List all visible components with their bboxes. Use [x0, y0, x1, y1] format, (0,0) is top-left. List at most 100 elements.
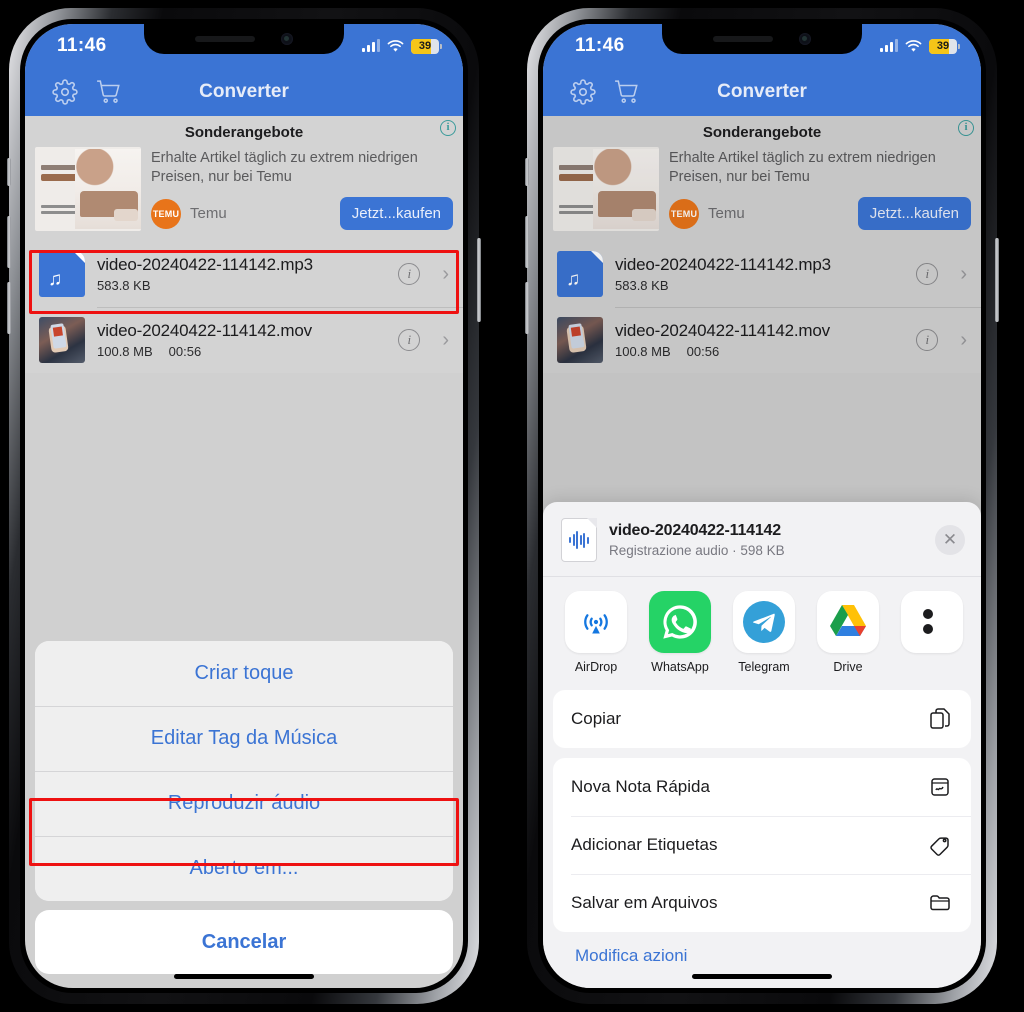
share-actions-card-system: Nova Nota Rápida Adicionar Etiquetas Sal… [553, 758, 971, 932]
gear-icon[interactable] [561, 72, 605, 112]
quick-note-icon [927, 774, 953, 800]
copy-icon [927, 706, 953, 732]
phone-right-screen: 11:46 39 Converter i Sonderangebote Erha… [543, 24, 981, 988]
ad-cta-button[interactable]: Jetzt...kaufen [339, 197, 453, 231]
file-sub: 100.8 MB 00:56 [97, 344, 386, 359]
share-file-subtitle: Registrazione audio · 598 KB [609, 543, 785, 558]
action-editar-tag[interactable]: Editar Tag da Música [35, 706, 453, 771]
list-item-adicionar-etiquetas[interactable]: Adicionar Etiquetas [553, 816, 971, 874]
google-drive-icon [817, 591, 879, 653]
action-reproduzir[interactable]: Reproduzir áudio [35, 771, 453, 836]
audio-file-icon: ♫ [39, 251, 85, 297]
wifi-icon [905, 39, 922, 53]
table-row[interactable]: video-20240422-114142.mov 100.8 MB 00:56… [25, 307, 463, 373]
status-indicators: 39 [362, 38, 442, 54]
battery-icon: 39 [411, 38, 442, 54]
volume-up-button[interactable] [525, 216, 529, 268]
ad-advertiser-name: Temu [190, 205, 227, 223]
status-indicators: 39 [880, 38, 960, 54]
temu-logo-icon: TEMU [151, 198, 181, 229]
cellular-bars-icon [362, 39, 380, 52]
share-target-whatsapp[interactable]: WhatsApp [649, 591, 711, 674]
share-target-label: WhatsApp [651, 660, 709, 674]
home-indicator[interactable] [174, 974, 314, 979]
file-name: video-20240422-114142.mov [97, 321, 312, 340]
cancel-button[interactable]: Cancelar [35, 910, 453, 974]
file-meta: video-20240422-114142.mp3 583.8 KB [97, 255, 386, 293]
action-sheet-group: Criar toque Editar Tag da Música Reprodu… [35, 641, 453, 901]
edit-actions-link[interactable]: Modifica azioni [553, 942, 971, 988]
share-target-airdrop[interactable]: AirDrop [565, 591, 627, 674]
more-apps-icon [901, 591, 963, 653]
share-target-telegram[interactable]: Telegram [733, 591, 795, 674]
file-list: ♫ video-20240422-114142.mp3 583.8 KB i › [25, 241, 463, 373]
chevron-right-icon[interactable]: › [442, 263, 449, 286]
cellular-bars-icon [880, 39, 898, 52]
list-item-salvar-em-arquivos[interactable]: Salvar em Arquivos [553, 874, 971, 932]
phone-right: 11:46 39 Converter i Sonderangebote Erha… [525, 8, 999, 1004]
file-size: 583.8 KB [97, 278, 151, 293]
action-sheet: Criar toque Editar Tag da Música Reprodu… [35, 641, 453, 988]
phone-right-bezel: 11:46 39 Converter i Sonderangebote Erha… [538, 19, 986, 993]
volume-up-button[interactable] [7, 216, 11, 268]
volume-down-button[interactable] [7, 282, 11, 334]
action-label: Nova Nota Rápida [571, 777, 710, 796]
list-item-copiar[interactable]: Copiar [553, 690, 971, 748]
action-aberto-em[interactable]: Aberto em... [35, 836, 453, 901]
mute-switch[interactable] [525, 158, 529, 186]
battery-percent: 39 [418, 40, 432, 52]
action-label: Copiar [571, 709, 622, 728]
earpiece-speaker [713, 36, 773, 42]
ad-text: Erhalte Artikel täglich zu extrem niedri… [151, 147, 453, 231]
folder-icon [927, 890, 953, 916]
share-target-more[interactable] [901, 591, 963, 674]
file-size: 100.8 MB [97, 344, 153, 359]
share-target-label: Drive [833, 660, 863, 674]
phone-left-screen: 11:46 39 Converter i Sonderangebote Erha… [25, 24, 463, 988]
whatsapp-icon [649, 591, 711, 653]
share-app-row[interactable]: AirDrop WhatsApp Telegram Drive [543, 577, 981, 686]
mute-switch[interactable] [7, 158, 11, 186]
shopping-cart-icon[interactable] [87, 72, 131, 112]
ad-description: Erhalte Artikel täglich zu extrem niedri… [151, 150, 418, 186]
info-icon[interactable]: i [398, 329, 421, 351]
ad-product-image [35, 147, 141, 231]
power-button[interactable] [995, 238, 999, 322]
list-item-nova-nota-rapida[interactable]: Nova Nota Rápida [553, 758, 971, 816]
share-sheet-header: video-20240422-114142 Registrazione audi… [543, 512, 981, 576]
shopping-cart-icon[interactable] [605, 72, 649, 112]
battery-percent: 39 [936, 40, 950, 52]
action-label: Salvar em Arquivos [571, 893, 718, 912]
gear-icon[interactable] [43, 72, 87, 112]
action-criar-toque[interactable]: Criar toque [35, 641, 453, 706]
share-target-drive[interactable]: Drive [817, 591, 879, 674]
volume-down-button[interactable] [525, 282, 529, 334]
info-icon[interactable]: i [398, 263, 421, 285]
table-row[interactable]: ♫ video-20240422-114142.mp3 583.8 KB i › [25, 241, 463, 307]
power-button[interactable] [477, 238, 481, 322]
close-icon[interactable]: ✕ [935, 525, 965, 555]
video-thumbnail-icon [39, 317, 85, 363]
airdrop-icon [565, 591, 627, 653]
front-camera-icon [281, 33, 293, 45]
wifi-icon [387, 39, 404, 53]
nav-bar: Converter [25, 68, 463, 116]
file-duration: 00:56 [168, 344, 202, 359]
share-sheet: video-20240422-114142 Registrazione audi… [543, 502, 981, 988]
telegram-icon [733, 591, 795, 653]
share-file-title: video-20240422-114142 [609, 522, 781, 539]
chevron-right-icon[interactable]: › [442, 329, 449, 352]
front-camera-icon [799, 33, 811, 45]
phone-left: 11:46 39 Converter i Sonderangebote Erha… [7, 8, 481, 1004]
ad-info-icon[interactable]: i [440, 120, 456, 136]
ad-body: Erhalte Artikel täglich zu extrem niedri… [35, 147, 453, 231]
share-target-label: Telegram [738, 660, 790, 674]
ad-title: Sonderangebote [184, 124, 304, 141]
share-sheet-titles: video-20240422-114142 Registrazione audi… [609, 522, 923, 558]
tag-icon [927, 832, 953, 858]
share-actions-card-copy: Copiar [553, 690, 971, 748]
audio-waveform-file-icon [561, 518, 597, 562]
ad-banner[interactable]: i Sonderangebote Erhalte Artikel täglich… [25, 116, 463, 241]
phone-left-bezel: 11:46 39 Converter i Sonderangebote Erha… [20, 19, 468, 993]
home-indicator[interactable] [692, 974, 832, 979]
